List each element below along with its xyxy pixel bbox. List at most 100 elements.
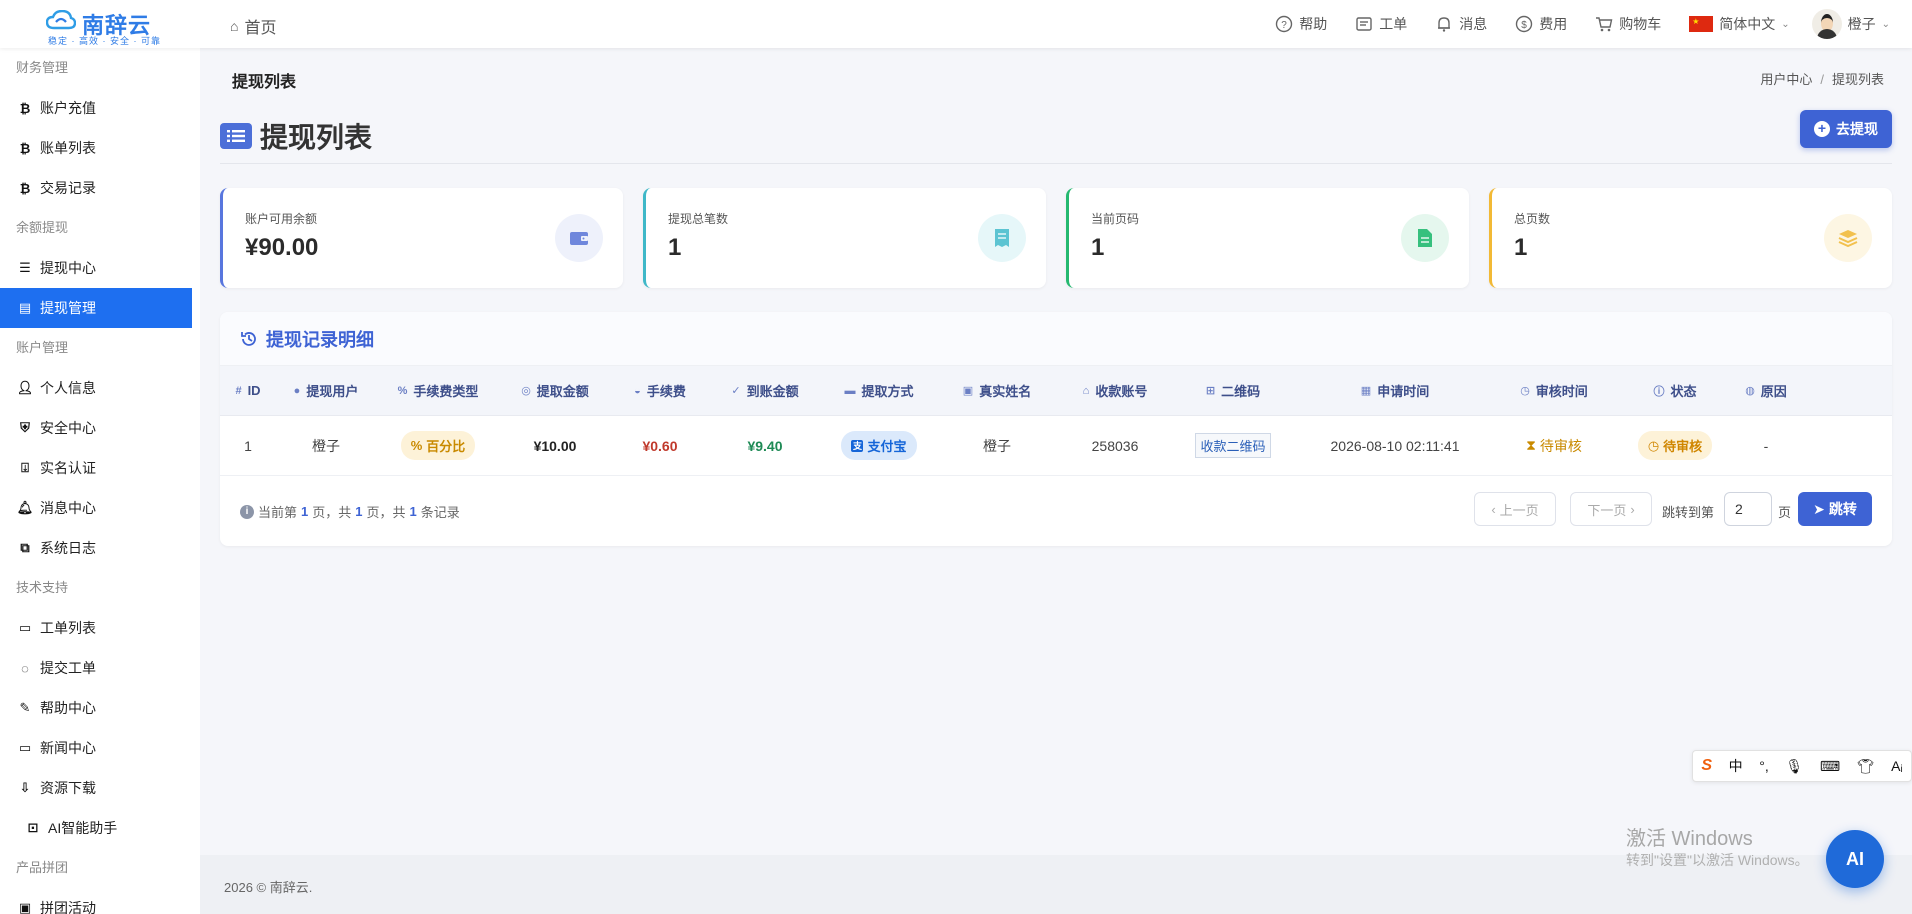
sidebar-item-group-buy[interactable]: ▣ 拼团活动 bbox=[0, 888, 200, 914]
stat-label: 当前页码 bbox=[1091, 212, 1140, 226]
col-label: 提取金额 bbox=[536, 384, 589, 399]
next-label: 下一页 bbox=[1587, 502, 1627, 518]
method-label: 支付宝 bbox=[867, 439, 907, 454]
col-account[interactable]: ⌂ 收款账号 bbox=[1056, 381, 1174, 400]
col-fee[interactable]: ◒ 手续费 bbox=[610, 381, 710, 400]
sidebar-item-downloads[interactable]: ⇩ 资源下载 bbox=[0, 768, 200, 808]
percent-icon: % bbox=[397, 384, 408, 397]
list-icon bbox=[220, 123, 252, 149]
stat-cards: 账户可用余额 ¥90.00 提现总笔数 1 当前页码 1 总页数 1 bbox=[220, 188, 1892, 288]
withdraw-button[interactable]: + 去提现 bbox=[1800, 110, 1892, 148]
sidebar-item-recharge[interactable]: ₿ 账户充值 bbox=[0, 88, 200, 128]
table-row[interactable]: 1 橙子 % 百分比 ¥10.00 ¥0.60 ¥9.40 支支付宝 橙子 258… bbox=[220, 416, 1892, 476]
stat-value: 1 bbox=[1514, 234, 1528, 261]
ime-chinese-mode[interactable]: 中 bbox=[1729, 756, 1743, 776]
sidebar-group-finance: 财务管理 bbox=[16, 60, 69, 75]
col-label: ID bbox=[247, 383, 261, 398]
records-panel: 提现记录明细 # ID ● 提现用户 % 手续费类型 ◎ 提取金额 ◒ 手续费 ✓ 到账金额… bbox=[220, 312, 1892, 546]
col-apply-time[interactable]: ▦ 申请时间 bbox=[1292, 381, 1498, 400]
col-user[interactable]: ● 提现用户 bbox=[276, 381, 376, 400]
stat-label: 提现总笔数 bbox=[668, 212, 729, 226]
sidebar-group-account: 账户管理 bbox=[16, 340, 69, 355]
col-qrcode[interactable]: ⊞ 二维码 bbox=[1174, 381, 1292, 400]
nav-ticket[interactable]: 工单 bbox=[1355, 14, 1407, 34]
breadcrumb-root[interactable]: 用户中心 bbox=[1760, 72, 1812, 87]
calendar-icon: ▦ bbox=[1360, 385, 1372, 397]
sidebar-item-bills[interactable]: ₿ 账单列表 bbox=[0, 128, 200, 168]
logo[interactable]: 南辞云 稳定 · 高效 · 安全 · 可靠 bbox=[46, 6, 164, 46]
stat-value: 1 bbox=[1091, 234, 1105, 261]
stat-label: 总页数 bbox=[1514, 212, 1551, 226]
sidebar-item-help[interactable]: ✎ 帮助中心 bbox=[0, 688, 200, 728]
nav-help-label: 帮助 bbox=[1299, 16, 1328, 32]
main-content: 提现列表 用户中心 / 提现列表 提现列表 + 去提现 账户可用余额 ¥90.00 … bbox=[200, 48, 1912, 914]
cell-status: ◷ 待审核 bbox=[1610, 431, 1740, 460]
col-status[interactable]: ⓘ 状态 bbox=[1610, 381, 1740, 400]
sidebar-item-withdraw-manage[interactable]: ▤ 提现管理 bbox=[0, 288, 192, 328]
punctuation-icon[interactable]: °, bbox=[1759, 758, 1769, 774]
sidebar-item-label: 提现管理 bbox=[40, 300, 96, 316]
col-amount[interactable]: ◎ 提取金额 bbox=[500, 381, 610, 400]
arrow-down-icon: ⇩ bbox=[19, 780, 31, 795]
cell-qrcode[interactable]: 收款二维码 bbox=[1174, 433, 1292, 458]
sidebar-item-messages[interactable]: 🔔︎ 消息中心 bbox=[0, 488, 200, 528]
jump-button[interactable]: ➤ 跳转 bbox=[1798, 492, 1872, 526]
nav-messages[interactable]: 消息 bbox=[1435, 14, 1487, 34]
dollar-circle-icon: $ bbox=[1516, 15, 1533, 33]
nav-help[interactable]: ? 帮助 bbox=[1275, 14, 1327, 34]
prev-page-button[interactable]: ‹ 上一页 bbox=[1474, 492, 1556, 526]
nav-cart[interactable]: 购物车 bbox=[1595, 14, 1661, 34]
sogou-logo-icon[interactable]: S bbox=[1701, 757, 1712, 775]
bank-icon: ⌂ bbox=[1082, 384, 1090, 397]
user-menu[interactable]: 橙子 ⌄ bbox=[1811, 9, 1890, 39]
col-id[interactable]: # ID bbox=[220, 383, 276, 398]
svg-text:?: ? bbox=[1281, 20, 1287, 31]
nav-fees[interactable]: $ 费用 bbox=[1515, 14, 1567, 34]
sidebar-item-transactions[interactable]: ₿ 交易记录 bbox=[0, 168, 200, 208]
bitcoin-icon: ₿ bbox=[19, 100, 31, 116]
jump-page-input[interactable] bbox=[1724, 492, 1772, 526]
sidebar-item-ai-assistant[interactable]: ⊡ AI智能助手 bbox=[0, 808, 200, 848]
paper-plane-icon: ➤ bbox=[1813, 500, 1825, 517]
status-badge: ◷ 待审核 bbox=[1637, 431, 1713, 460]
sidebar-item-news[interactable]: ▭ 新闻中心 bbox=[0, 728, 200, 768]
chevron-down-icon: ⌄ bbox=[1781, 18, 1790, 30]
sidebar-item-label: 拼团活动 bbox=[40, 900, 96, 914]
brand-slogan: 稳定 · 高效 · 安全 · 可靠 bbox=[48, 36, 161, 46]
col-label: 审核时间 bbox=[1535, 384, 1588, 399]
col-method[interactable]: ▬ 提取方式 bbox=[820, 381, 938, 400]
avatar bbox=[1811, 9, 1842, 39]
sidebar-group-withdraw: 余额提现 bbox=[16, 220, 69, 235]
shirt-icon[interactable]: 👕︎ bbox=[1857, 758, 1875, 775]
next-page-button[interactable]: 下一页 › bbox=[1570, 492, 1652, 526]
col-review-time[interactable]: ◷ 审核时间 bbox=[1498, 381, 1610, 400]
ai-assistant-button[interactable]: AI bbox=[1826, 830, 1884, 888]
sidebar-item-verify[interactable]: ⍗ 实名认证 bbox=[0, 448, 200, 488]
ime-toolbar[interactable]: S 中 °, 🎙︎ ⌨ 👕︎ Aᵢ bbox=[1692, 750, 1912, 782]
qrcode-image[interactable]: 收款二维码 bbox=[1195, 433, 1271, 458]
microphone-icon[interactable]: 🎙︎ bbox=[1785, 758, 1803, 775]
windows-icon: ⧉ bbox=[20, 540, 30, 555]
page-title: 提现列表 bbox=[220, 116, 372, 156]
col-real-name[interactable]: ▣ 真实姓名 bbox=[938, 381, 1056, 400]
clock-icon: ◷ bbox=[1520, 385, 1530, 397]
ai-text-icon[interactable]: Aᵢ bbox=[1891, 758, 1903, 774]
chevron-left-icon: ‹ bbox=[1491, 501, 1496, 517]
language-switch[interactable]: 简体中文 ⌄ bbox=[1689, 14, 1790, 34]
sidebar-item-logs[interactable]: ⧉ 系统日志 bbox=[0, 528, 200, 568]
language-label: 简体中文 bbox=[1719, 16, 1776, 32]
col-fee-type[interactable]: % 手续费类型 bbox=[376, 381, 500, 400]
col-received[interactable]: ✓ 到账金额 bbox=[710, 381, 820, 400]
brush-icon: ✎ bbox=[19, 700, 31, 715]
col-label: 收款账号 bbox=[1095, 384, 1148, 399]
sidebar-item-submit-ticket[interactable]: ◌ 提交工单 bbox=[0, 648, 200, 688]
sidebar-item-withdraw-center[interactable]: ☰ 提现中心 bbox=[0, 248, 200, 288]
col-reason[interactable]: ◍ 原因 bbox=[1740, 381, 1792, 400]
home-link[interactable]: ⌂ 首页 bbox=[230, 14, 276, 38]
history-icon bbox=[241, 331, 256, 346]
keyboard-icon[interactable]: ⌨ bbox=[1820, 758, 1840, 775]
sidebar-item-tickets[interactable]: ▭ 工单列表 bbox=[0, 608, 200, 648]
sidebar-item-security[interactable]: ⛨ 安全中心 bbox=[0, 408, 200, 448]
sidebar-item-profile[interactable]: 👤︎ 个人信息 bbox=[0, 368, 200, 408]
col-label: 二维码 bbox=[1221, 384, 1261, 399]
